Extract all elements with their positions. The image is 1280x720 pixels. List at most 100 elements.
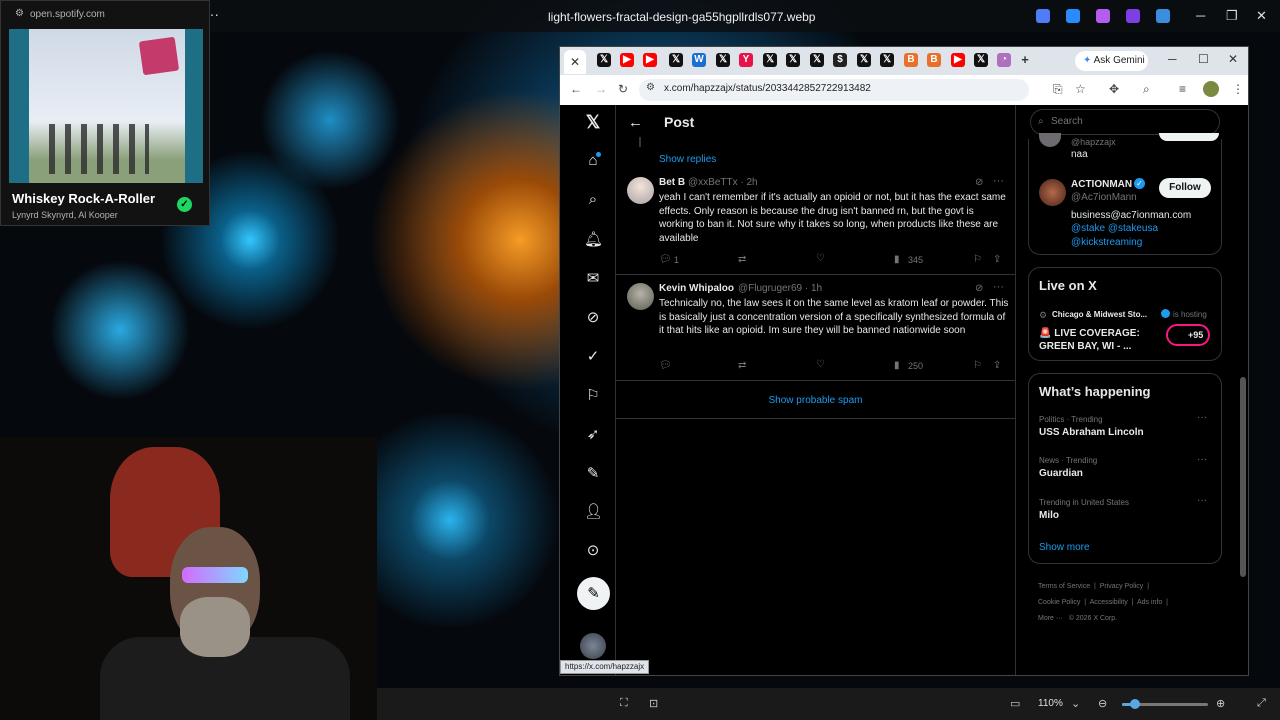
trend-topic[interactable]: Milo bbox=[1039, 510, 1059, 521]
onedrive-icon[interactable] bbox=[1156, 9, 1170, 23]
app-icon[interactable] bbox=[1066, 9, 1080, 23]
tab-search-icon[interactable]: ⌕ bbox=[1143, 82, 1150, 97]
grok-icon[interactable]: ⊘ bbox=[584, 309, 602, 327]
repost-icon[interactable]: ⇄ bbox=[738, 254, 746, 265]
ask-gemini-button[interactable]: ✦ Ask Gemini bbox=[1075, 51, 1148, 71]
tab-site[interactable]: $ bbox=[833, 53, 847, 67]
like-icon[interactable]: ♡ bbox=[816, 359, 825, 370]
zoom-in-icon[interactable]: ⊕ bbox=[1216, 697, 1225, 710]
tab-site[interactable]: W bbox=[692, 53, 706, 67]
saved-check-icon[interactable]: ✓ bbox=[177, 197, 192, 212]
more-icon[interactable]: ⊙ bbox=[584, 542, 602, 560]
tab-x[interactable]: 𝕏 bbox=[786, 53, 800, 67]
back-icon[interactable]: ← bbox=[570, 82, 582, 96]
views-icon[interactable]: ▮ bbox=[894, 360, 900, 371]
more-options-icon[interactable]: ··· bbox=[993, 175, 1004, 187]
new-tab-button[interactable]: + bbox=[1018, 53, 1032, 67]
tab-youtube[interactable]: ▶ bbox=[951, 53, 965, 67]
ads-info-link[interactable]: Ads info bbox=[1137, 599, 1162, 606]
avatar[interactable] bbox=[1039, 179, 1066, 206]
premium-icon[interactable]: ✓ bbox=[584, 348, 602, 366]
browser-close-button[interactable]: ✕ bbox=[1228, 52, 1238, 66]
fit-icon[interactable]: ⛶ bbox=[620, 697, 628, 710]
grok-icon[interactable]: ⊘ bbox=[975, 177, 983, 188]
tweet[interactable]: Bet B @xxBeTTx · 2h ⊘ ··· yeah I can't r… bbox=[616, 169, 1015, 275]
site-info-icon[interactable]: ⚙ bbox=[646, 82, 655, 93]
jobs-icon[interactable]: ➶ bbox=[584, 426, 602, 444]
browser-minimize-button[interactable]: ─ bbox=[1168, 52, 1177, 66]
explore-icon[interactable]: ⌕ bbox=[584, 191, 602, 209]
tab-x[interactable]: 𝕏 bbox=[716, 53, 730, 67]
zoom-out-icon[interactable]: ⊖ bbox=[1098, 697, 1107, 710]
tweet[interactable]: Kevin Whipaloo @Flugruger69 · 1h ⊘ ··· T… bbox=[616, 275, 1015, 381]
author-handle[interactable]: @Ac7ionMann bbox=[1071, 192, 1137, 203]
menu-icon[interactable]: ⋮ bbox=[1232, 82, 1244, 96]
account-avatar[interactable] bbox=[580, 633, 606, 659]
bookmark-icon[interactable]: ⚐ bbox=[973, 360, 982, 371]
more-options-icon[interactable]: ··· bbox=[1197, 495, 1207, 506]
url-text[interactable]: x.com/hapzzajx/status/203344285272291348… bbox=[664, 83, 871, 94]
live-headline[interactable]: 🚨 LIVE COVERAGE: bbox=[1039, 328, 1140, 339]
reload-icon[interactable]: ↻ bbox=[618, 82, 628, 96]
author-handle[interactable]: @Flugruger69 · 1h bbox=[738, 283, 822, 294]
extensions-icon[interactable]: ✥ bbox=[1109, 82, 1119, 96]
avatar[interactable] bbox=[627, 177, 654, 204]
profile-icon[interactable]: 👤︎ bbox=[584, 503, 603, 521]
bio-mentions[interactable]: @stake @stakeusa bbox=[1071, 223, 1158, 234]
bio-mention[interactable]: @kickstreaming bbox=[1071, 237, 1142, 248]
terms-link[interactable]: Terms of Service bbox=[1038, 583, 1090, 590]
reply-icon[interactable]: 💬︎ bbox=[659, 360, 672, 371]
minimize-button[interactable]: ─ bbox=[1196, 8, 1205, 23]
follow-button[interactable]: Follow bbox=[1159, 178, 1211, 198]
bookmarks-icon[interactable]: ⚐ bbox=[584, 387, 602, 405]
zoom-level[interactable]: 110% bbox=[1038, 698, 1063, 709]
tab-site[interactable]: B bbox=[927, 53, 941, 67]
close-button[interactable]: ✕ bbox=[1256, 8, 1267, 24]
chevron-down-icon[interactable]: ⌄ bbox=[1071, 697, 1080, 710]
install-icon[interactable]: ⎘ bbox=[1053, 82, 1063, 97]
cookie-link[interactable]: Cookie Policy bbox=[1038, 599, 1080, 606]
tab-site[interactable]: Y bbox=[739, 53, 753, 67]
app-icon[interactable] bbox=[1126, 9, 1140, 23]
aspect-icon[interactable]: ▭ bbox=[1010, 697, 1020, 710]
post-button[interactable]: ✎ bbox=[577, 577, 610, 610]
more-link[interactable]: More ··· bbox=[1038, 615, 1063, 622]
search-input[interactable]: ⌕ Search bbox=[1030, 109, 1220, 135]
tab-youtube[interactable]: ▶ bbox=[620, 53, 634, 67]
show-replies-link[interactable]: Show replies bbox=[659, 154, 716, 165]
avatar[interactable] bbox=[1039, 133, 1061, 147]
x-logo-icon[interactable]: 𝕏 bbox=[584, 113, 602, 131]
more-options-icon[interactable]: ··· bbox=[1197, 454, 1207, 465]
forward-icon[interactable]: → bbox=[595, 82, 607, 96]
author-handle[interactable]: @xxBeTTx · 2h bbox=[688, 177, 758, 188]
show-probable-spam-link[interactable]: Show probable spam bbox=[616, 383, 1015, 419]
maximize-button[interactable]: ❐ bbox=[1226, 8, 1238, 24]
accessibility-link[interactable]: Accessibility bbox=[1090, 599, 1128, 606]
follow-button[interactable] bbox=[1159, 133, 1219, 141]
browser-maximize-button[interactable]: ☐ bbox=[1198, 52, 1209, 66]
tab-x[interactable]: 𝕏 bbox=[974, 53, 988, 67]
tab-x[interactable]: 𝕏 bbox=[857, 53, 871, 67]
like-icon[interactable]: ♡ bbox=[816, 253, 825, 264]
copilot-icon[interactable] bbox=[1036, 9, 1050, 23]
fullscreen-icon[interactable]: ⤢ bbox=[1257, 697, 1266, 710]
more-options-icon[interactable]: ··· bbox=[1197, 412, 1207, 423]
bookmark-icon[interactable]: ⚐ bbox=[973, 254, 982, 265]
author-name[interactable]: Kevin Whipaloo bbox=[659, 283, 734, 294]
avatar[interactable] bbox=[627, 283, 654, 310]
app-icon[interactable] bbox=[1096, 9, 1110, 23]
tab-x[interactable]: 𝕏 bbox=[810, 53, 824, 67]
back-arrow-icon[interactable]: ← bbox=[628, 114, 643, 131]
share-icon[interactable]: ⇪ bbox=[993, 360, 1001, 371]
tab-x[interactable]: 𝕏 bbox=[669, 53, 683, 67]
more-options-icon[interactable]: ··· bbox=[993, 281, 1004, 293]
trend-topic[interactable]: USS Abraham Lincoln bbox=[1039, 427, 1144, 438]
trend-topic[interactable]: Guardian bbox=[1039, 468, 1083, 479]
articles-icon[interactable]: ✎ bbox=[584, 465, 602, 483]
spotify-miniplayer[interactable]: ⚙ open.spotify.com Whiskey Rock-A-Roller… bbox=[0, 0, 210, 226]
repost-icon[interactable]: ⇄ bbox=[738, 360, 746, 371]
reply-icon[interactable]: 💬︎ bbox=[659, 254, 672, 265]
author-name[interactable]: ACTIONMAN bbox=[1071, 179, 1132, 190]
text-select-icon[interactable]: ⊡ bbox=[649, 697, 658, 710]
page-scrollbar[interactable] bbox=[1240, 377, 1246, 577]
